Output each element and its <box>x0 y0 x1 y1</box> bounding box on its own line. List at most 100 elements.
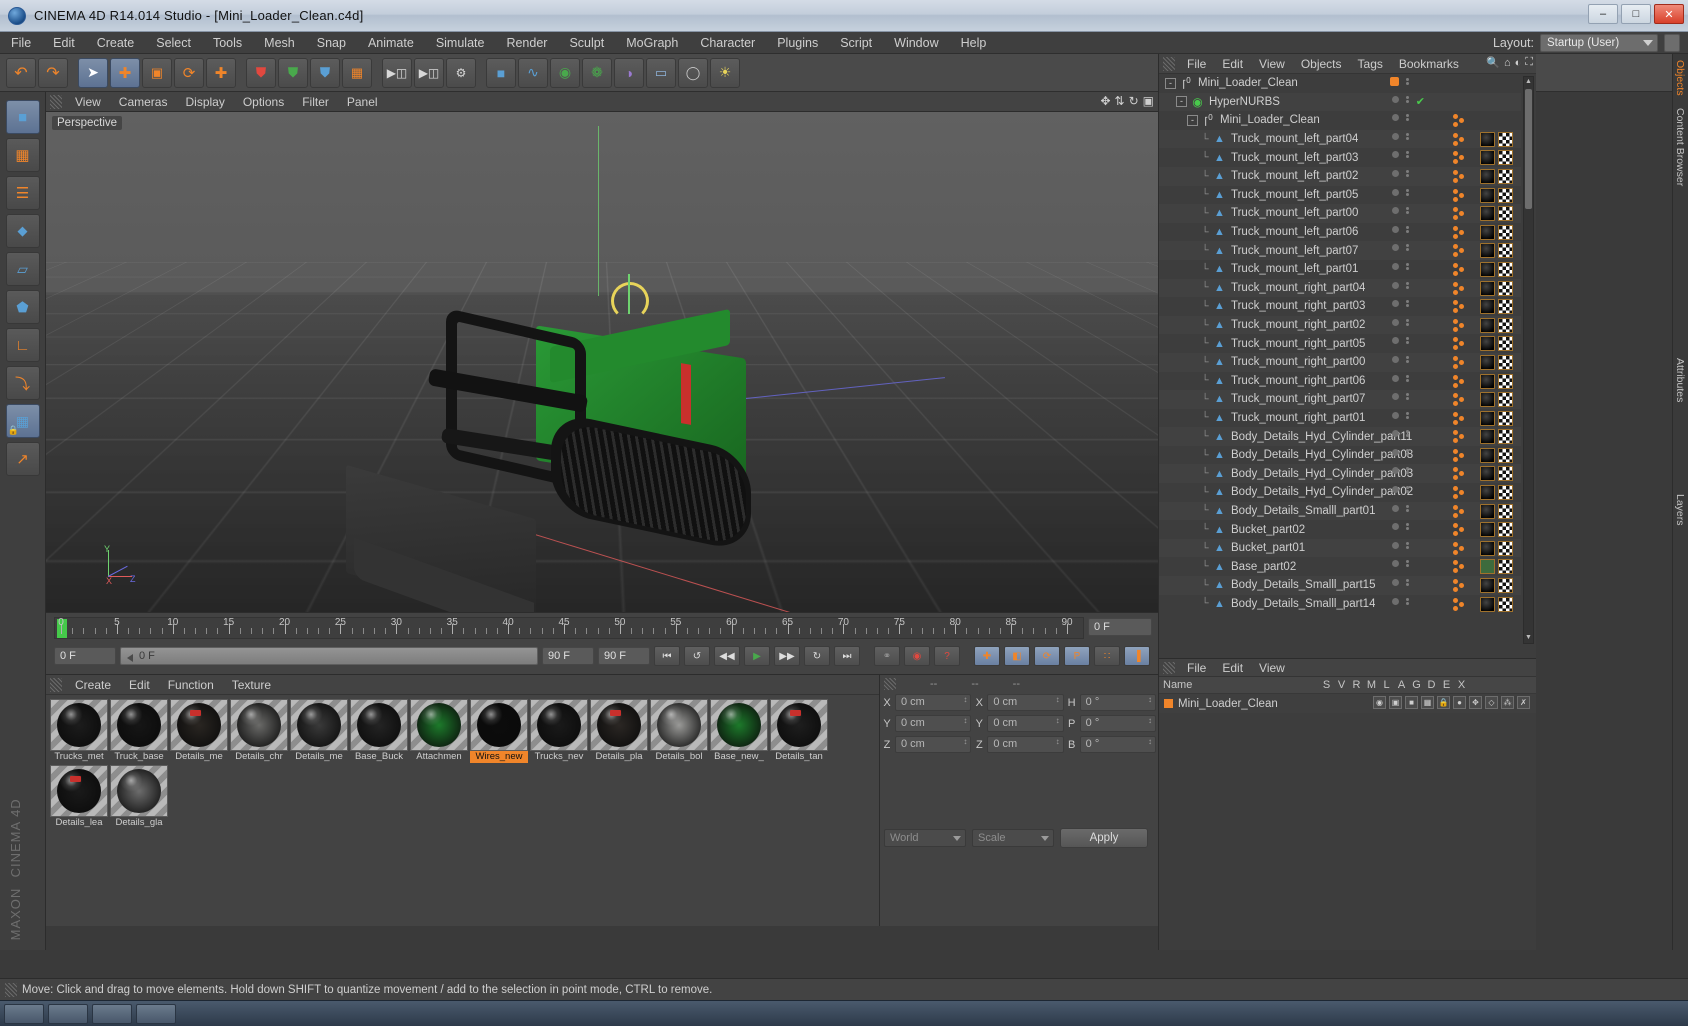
object-visibility-toggle[interactable] <box>1406 467 1409 475</box>
object-enable-dot[interactable] <box>1392 225 1399 233</box>
texture-tag-icon[interactable] <box>1498 540 1513 556</box>
object-visibility-dots[interactable] <box>1392 411 1409 419</box>
object-name-label[interactable]: Body_Details_Hyd_Cylinder_part08 <box>1231 449 1413 461</box>
object-tree-row[interactable]: └ ▲ Truck_mount_right_part00 <box>1159 352 1521 372</box>
texture-tag-icon[interactable] <box>1498 410 1513 426</box>
point-level-anim-button[interactable]: ▐ <box>1124 646 1150 666</box>
object-name-label[interactable]: Truck_mount_left_part06 <box>1231 226 1358 238</box>
object-menu-objects[interactable]: Objects <box>1293 54 1350 74</box>
object-visibility-toggle[interactable] <box>1406 95 1409 103</box>
object-name-label[interactable]: Truck_mount_left_part05 <box>1231 189 1358 201</box>
object-tree-row[interactable]: └ ▲ Truck_mount_right_part01 <box>1159 408 1521 428</box>
material-tag-icon[interactable] <box>1480 168 1495 184</box>
texture-tag-icon[interactable] <box>1498 150 1513 166</box>
array-button[interactable]: ❁ <box>582 57 612 88</box>
object-visibility-toggle[interactable] <box>1406 560 1409 568</box>
nurbs-button[interactable]: ◉ <box>550 57 580 88</box>
object-enable-dot[interactable] <box>1392 244 1399 252</box>
maximize-button[interactable]: □ <box>1621 4 1651 24</box>
spinner-icon[interactable]: ↕ <box>1056 738 1060 746</box>
end-frame-field-1[interactable]: 90 F <box>542 647 594 665</box>
timeline-frame-field[interactable]: 0 F <box>1088 618 1152 636</box>
object-name-label[interactable]: Truck_mount_left_part01 <box>1231 263 1358 275</box>
floor-environment-button[interactable]: ◯ <box>678 57 708 88</box>
material-tag-icon[interactable] <box>1480 447 1495 463</box>
object-enable-dot[interactable] <box>1392 151 1399 159</box>
tool-axis-lock[interactable]: ▦ 🔒 <box>5 404 40 438</box>
panel-grip-icon[interactable] <box>50 94 62 109</box>
object-tree-row[interactable]: └ ▲ Body_Details_Smalll_part01 <box>1159 501 1521 521</box>
texture-tag-icon[interactable] <box>1498 206 1513 222</box>
material-thumbnail[interactable] <box>170 699 228 751</box>
taskbar-item[interactable] <box>48 1003 88 1024</box>
object-visibility-dots[interactable] <box>1392 95 1409 103</box>
texture-tag-icon[interactable] <box>1498 429 1513 445</box>
object-tree-row[interactable]: └ ▲ Bucket_part01 <box>1159 538 1521 558</box>
move-tool[interactable]: ✚ <box>110 57 140 88</box>
tree-expander-icon[interactable]: - <box>1187 114 1198 126</box>
taskbar-item[interactable] <box>92 1003 132 1024</box>
solo-icon[interactable]: ◉ <box>1373 696 1386 709</box>
menu-tools[interactable]: Tools <box>202 32 253 54</box>
material-tag-icon[interactable] <box>1480 392 1495 408</box>
spinner-icon[interactable]: ↕ <box>1056 717 1060 725</box>
expressions-icon[interactable]: ⁂ <box>1501 696 1514 709</box>
phong-tag-icon[interactable] <box>1480 559 1495 575</box>
attributes-column-header[interactable]: E <box>1439 679 1454 691</box>
object-visibility-dots[interactable] <box>1392 281 1409 289</box>
current-frame-input[interactable]: 0 F <box>54 647 116 665</box>
object-name-label[interactable]: Mini_Loader_Clean <box>1198 77 1298 89</box>
cube-primitive-button[interactable]: ■ <box>486 57 516 88</box>
material-cell[interactable]: Details_chr <box>230 699 288 763</box>
object-visibility-toggle[interactable] <box>1406 244 1409 252</box>
render-view-button[interactable]: ▶◫ <box>382 57 412 88</box>
object-tree-scrollbar[interactable]: ▲ ▼ <box>1523 76 1534 644</box>
go-to-start-button[interactable]: ⏮ <box>654 646 680 666</box>
xpresso-icon[interactable]: ✗ <box>1517 696 1530 709</box>
object-tree-row[interactable]: └ ▲ Truck_mount_right_part04 <box>1159 278 1521 298</box>
object-enable-dot[interactable] <box>1392 355 1399 363</box>
object-visibility-toggle[interactable] <box>1406 393 1409 401</box>
object-visibility-dots[interactable] <box>1392 207 1409 215</box>
object-enable-dot[interactable] <box>1392 114 1399 122</box>
texture-tag-icon[interactable] <box>1498 466 1513 482</box>
object-visibility-dots[interactable] <box>1392 318 1409 326</box>
object-tree-row[interactable]: └ ▲ Truck_mount_left_part07 <box>1159 241 1521 260</box>
object-enable-dot[interactable] <box>1392 597 1399 605</box>
vtab-content-browser[interactable]: Content Browser <box>1673 102 1687 192</box>
position-key-button[interactable]: ✚ <box>974 646 1000 666</box>
object-visibility-dots[interactable] <box>1392 597 1409 605</box>
material-tag-icon[interactable] <box>1480 280 1495 296</box>
attributes-column-header[interactable]: S <box>1319 679 1334 691</box>
texture-tag-icon[interactable] <box>1498 354 1513 370</box>
material-tag-icon[interactable] <box>1480 522 1495 538</box>
texture-tag-icon[interactable] <box>1498 224 1513 240</box>
material-name-label[interactable]: Details_me <box>290 751 348 763</box>
menu-window[interactable]: Window <box>883 32 949 54</box>
record-active-objects-button[interactable]: ◉ <box>904 646 930 666</box>
object-menu-view[interactable]: View <box>1251 54 1293 74</box>
live-selection-tool[interactable]: ➤ <box>78 57 108 88</box>
object-visibility-dots[interactable] <box>1392 132 1409 140</box>
menu-mograph[interactable]: MoGraph <box>615 32 689 54</box>
object-tree-row[interactable]: └ ▲ Truck_mount_right_part03 <box>1159 297 1521 316</box>
attributes-column-header[interactable]: R <box>1349 679 1364 691</box>
object-visibility-dots[interactable] <box>1392 355 1409 363</box>
object-enable-dot[interactable] <box>1392 579 1399 587</box>
coord-rotation-field[interactable]: 0 ° ↕ <box>1079 736 1156 753</box>
tool-model-mode[interactable]: ■ <box>5 100 40 134</box>
object-tree-row[interactable]: └ ▲ Body_Details_Hyd_Cylinder_part08 <box>1159 445 1521 465</box>
object-visibility-toggle[interactable] <box>1406 523 1409 531</box>
material-thumbnail[interactable] <box>110 765 168 817</box>
material-menu-texture[interactable]: Texture <box>223 675 280 695</box>
layout-options-button[interactable] <box>1664 34 1680 52</box>
texture-tag-icon[interactable] <box>1498 596 1513 612</box>
menu-mesh[interactable]: Mesh <box>253 32 306 54</box>
material-name-label[interactable]: Details_bol <box>650 751 708 763</box>
object-tree-row[interactable]: └ ▲ Truck_mount_right_part06 <box>1159 371 1521 391</box>
pan-icon[interactable]: ✥ <box>1100 94 1110 108</box>
object-tree-row[interactable]: └ ▲ Bucket_part02 <box>1159 520 1521 539</box>
end-frame-field-2[interactable]: 90 F <box>598 647 650 665</box>
object-enable-dot[interactable] <box>1392 132 1399 140</box>
tool-points-mode[interactable]: ◆ <box>5 214 40 248</box>
